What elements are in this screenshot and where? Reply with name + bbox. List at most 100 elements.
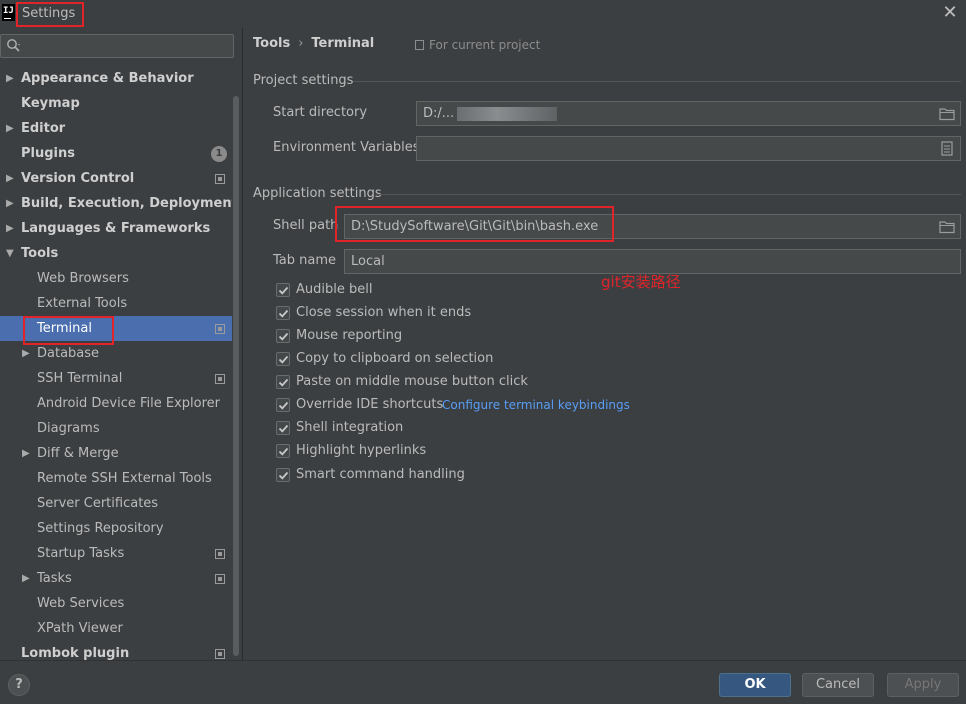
checkbox-label: Smart command handling [296, 467, 465, 482]
checkbox-label: Copy to clipboard on selection [296, 351, 494, 366]
sidebar-item-label: Server Certificates [37, 496, 159, 511]
application-settings-title: Application settings [253, 186, 382, 201]
collapsed-arrow-icon[interactable]: ▶ [22, 441, 34, 466]
sidebar-item[interactable]: ▶ Languages & Frameworks [0, 216, 232, 241]
settings-tree: ▶ Appearance & Behavior Keymap ▶ Editor Plugi… [0, 66, 238, 666]
breadcrumb-separator: › [298, 36, 304, 51]
sidebar-item-label: Build, Execution, Deployment [21, 196, 238, 211]
sidebar-item[interactable]: Server Certificates [0, 491, 232, 516]
checkbox[interactable] [276, 398, 290, 412]
blurred-path [457, 107, 557, 121]
sidebar-item[interactable]: Web Browsers [0, 266, 232, 291]
sidebar-item[interactable]: ▼ Tools [0, 241, 232, 266]
collapsed-arrow-icon[interactable]: ▶ [6, 191, 18, 216]
checkbox[interactable] [276, 421, 290, 435]
sidebar-item[interactable]: ▶ Version Control [0, 166, 232, 191]
project-scope-icon [415, 40, 424, 50]
start-directory-label: Start directory [273, 105, 368, 120]
start-directory-field[interactable]: D:/... [416, 101, 961, 126]
sidebar-item[interactable]: XPath Viewer [0, 616, 232, 641]
sidebar-item-label: Diagrams [37, 421, 100, 436]
close-icon[interactable]: ✕ [940, 3, 960, 23]
checkmark-icon [278, 355, 289, 364]
checkbox[interactable] [276, 283, 290, 297]
search-field[interactable] [0, 34, 234, 58]
sidebar-scrollbar-thumb[interactable] [233, 96, 239, 656]
sidebar-item[interactable]: External Tools [0, 291, 232, 316]
sidebar-item[interactable]: ▶ Tasks [0, 566, 232, 591]
breadcrumb-parent: Tools [253, 36, 291, 51]
shell-path-annotation-box [335, 206, 614, 242]
project-level-icon [215, 374, 225, 384]
sidebar-item[interactable]: ▶ Editor [0, 116, 232, 141]
checkbox[interactable] [276, 352, 290, 366]
help-button[interactable]: ? [8, 674, 30, 696]
checkbox[interactable] [276, 468, 290, 482]
sidebar-item-label: SSH Terminal [37, 371, 123, 386]
app-logo-icon: IJ [2, 4, 15, 21]
checkbox[interactable] [276, 444, 290, 458]
sidebar-item-label: Diff & Merge [37, 446, 119, 461]
sidebar-item-label: Languages & Frameworks [21, 221, 211, 236]
dialog-footer: ? OK Cancel Apply [0, 660, 966, 704]
sidebar-item-label: Tasks [37, 571, 72, 586]
project-level-icon [215, 174, 225, 184]
sidebar-item[interactable]: SSH Terminal [0, 366, 232, 391]
ok-button[interactable]: OK [719, 673, 791, 697]
collapsed-arrow-icon[interactable]: ▶ [22, 566, 34, 591]
sidebar-item[interactable]: Web Services [0, 591, 232, 616]
project-level-icon [215, 649, 225, 659]
project-level-icon [215, 324, 225, 334]
sidebar-item[interactable]: ▶ Diff & Merge [0, 441, 232, 466]
checkbox-label: Paste on middle mouse button click [296, 374, 528, 389]
sidebar-item-label: Editor [21, 121, 66, 136]
sidebar-item[interactable]: Plugins 1 [0, 141, 232, 166]
apply-button[interactable]: Apply [887, 673, 959, 697]
sidebar-item[interactable]: Remote SSH External Tools [0, 466, 232, 491]
shell-path-label: Shell path [273, 218, 339, 233]
checkbox-label: Audible bell [296, 282, 373, 297]
document-icon[interactable] [941, 141, 953, 156]
folder-icon[interactable] [939, 107, 955, 121]
collapsed-arrow-icon[interactable]: ▶ [6, 116, 18, 141]
sidebar-item-label: Version Control [21, 171, 135, 186]
checkbox[interactable] [276, 329, 290, 343]
tab-name-label: Tab name [273, 253, 337, 268]
sidebar-item[interactable]: Keymap [0, 91, 232, 116]
collapsed-arrow-icon[interactable]: ▶ [6, 216, 18, 241]
sidebar-item-label: Keymap [21, 96, 80, 111]
checkbox[interactable] [276, 375, 290, 389]
configure-keybindings-link[interactable]: Configure terminal keybindings [442, 395, 630, 415]
checkmark-icon [278, 447, 289, 456]
sidebar-item[interactable]: ▶ Appearance & Behavior [0, 66, 232, 91]
collapsed-arrow-icon[interactable]: ▶ [6, 166, 18, 191]
env-vars-label: Environment Variables [273, 140, 420, 155]
section-divider [376, 194, 961, 195]
checkbox-label: Mouse reporting [296, 328, 403, 343]
sidebar-item[interactable]: Diagrams [0, 416, 232, 441]
title-bar: IJ Settings ✕ [0, 0, 966, 28]
checkmark-icon [278, 332, 289, 341]
sidebar-item[interactable]: Startup Tasks [0, 541, 232, 566]
checkbox[interactable] [276, 306, 290, 320]
breadcrumb-current: Terminal [311, 36, 375, 51]
collapsed-arrow-icon[interactable]: ▶ [6, 66, 18, 91]
sidebar-item-label: Plugins [21, 146, 75, 161]
cancel-button[interactable]: Cancel [802, 673, 874, 697]
sidebar-item[interactable]: Android Device File Explorer [0, 391, 232, 416]
checkbox-label: Highlight hyperlinks [296, 443, 427, 458]
sidebar-item[interactable]: Settings Repository [0, 516, 232, 541]
env-vars-field[interactable] [416, 136, 961, 161]
expanded-arrow-icon[interactable]: ▼ [6, 241, 18, 266]
sidebar-item-label: External Tools [37, 296, 128, 311]
sidebar-item-label: Web Browsers [37, 271, 129, 286]
scope-label: For current project [429, 38, 541, 52]
title-annotation-box [16, 2, 84, 27]
sidebar-item-label: Startup Tasks [37, 546, 125, 561]
project-settings-title: Project settings [253, 73, 354, 88]
folder-icon[interactable] [939, 220, 955, 234]
sidebar-item[interactable]: ▶ Build, Execution, Deployment [0, 191, 238, 216]
settings-content: Tools › Terminal For current project Proje… [243, 28, 966, 660]
breadcrumb: Tools › Terminal [253, 36, 374, 51]
search-input[interactable] [23, 36, 228, 56]
